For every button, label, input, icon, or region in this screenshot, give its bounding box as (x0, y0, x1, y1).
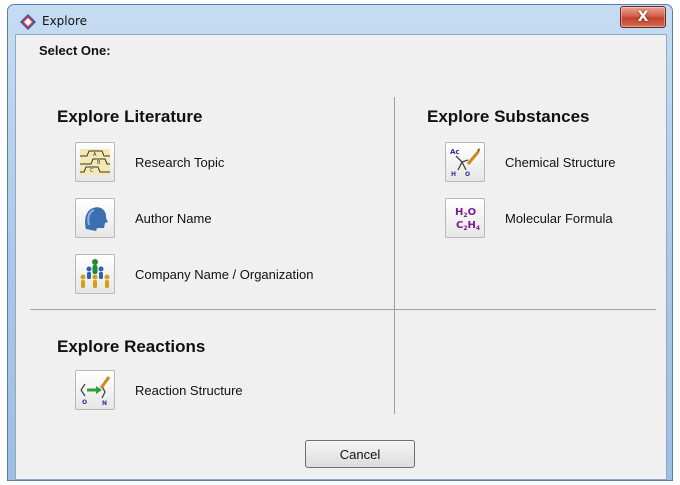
chemical-structure-label: Chemical Structure (505, 154, 616, 170)
title-bar[interactable]: Explore X (8, 5, 672, 35)
company-name-button[interactable]: Company Name / Organization (75, 254, 313, 294)
author-name-label: Author Name (135, 210, 212, 226)
explore-dialog: Explore X Select One: Explore Literature… (7, 4, 673, 481)
research-topic-button[interactable]: A B C Research Topic (75, 142, 224, 182)
molecular-formula-icon: H2O C2H4 (445, 198, 485, 238)
select-one-prompt: Select One: (39, 43, 111, 58)
author-name-button[interactable]: Author Name (75, 198, 212, 238)
research-topic-icon: A B C (75, 142, 115, 182)
reaction-structure-label: Reaction Structure (135, 382, 243, 398)
formula-h: H (455, 207, 463, 218)
chemical-structure-icon: Ac H O (445, 142, 485, 182)
reaction-n-label: N (102, 400, 107, 406)
close-icon: X (637, 9, 649, 25)
company-name-label: Company Name / Organization (135, 266, 314, 282)
svg-text:H2O: H2O (455, 207, 476, 219)
reaction-o-label: O (82, 399, 87, 406)
section-title-reactions: Explore Reactions (57, 337, 206, 356)
chem-h-label: H (451, 171, 456, 178)
horizontal-divider (30, 309, 656, 310)
app-diamond-icon (20, 14, 36, 30)
chem-o-label: O (465, 171, 470, 178)
molecular-formula-label: Molecular Formula (505, 210, 613, 226)
chem-ac-label: Ac (450, 148, 460, 156)
molecular-formula-button[interactable]: H2O C2H4 Molecular Formula (445, 198, 613, 238)
formula-sub-4: 4 (476, 225, 480, 232)
research-topic-label: Research Topic (135, 154, 225, 170)
author-head-icon (75, 198, 115, 238)
svg-text:A: A (93, 152, 97, 158)
cancel-button[interactable]: Cancel (305, 440, 415, 468)
organization-people-icon (75, 254, 115, 294)
vertical-divider-top (394, 97, 395, 309)
reaction-structure-button[interactable]: O N Reaction Structure (75, 370, 243, 410)
reaction-structure-icon: O N (75, 370, 115, 410)
formula-o: O (468, 207, 477, 218)
vertical-divider-bottom (394, 310, 395, 414)
close-button[interactable]: X (620, 6, 666, 28)
formula-c: C (456, 220, 463, 231)
svg-text:C: C (90, 168, 94, 174)
svg-text:C2H4: C2H4 (456, 220, 480, 232)
svg-text:B: B (97, 160, 101, 166)
window-title: Explore (42, 14, 88, 28)
section-title-substances: Explore Substances (427, 107, 590, 126)
dialog-body: Select One: Explore Literature A B C Res… (15, 34, 667, 480)
chemical-structure-button[interactable]: Ac H O Chemical Structure (445, 142, 616, 182)
formula-h2: H (468, 220, 476, 231)
section-title-literature: Explore Literature (57, 107, 203, 126)
